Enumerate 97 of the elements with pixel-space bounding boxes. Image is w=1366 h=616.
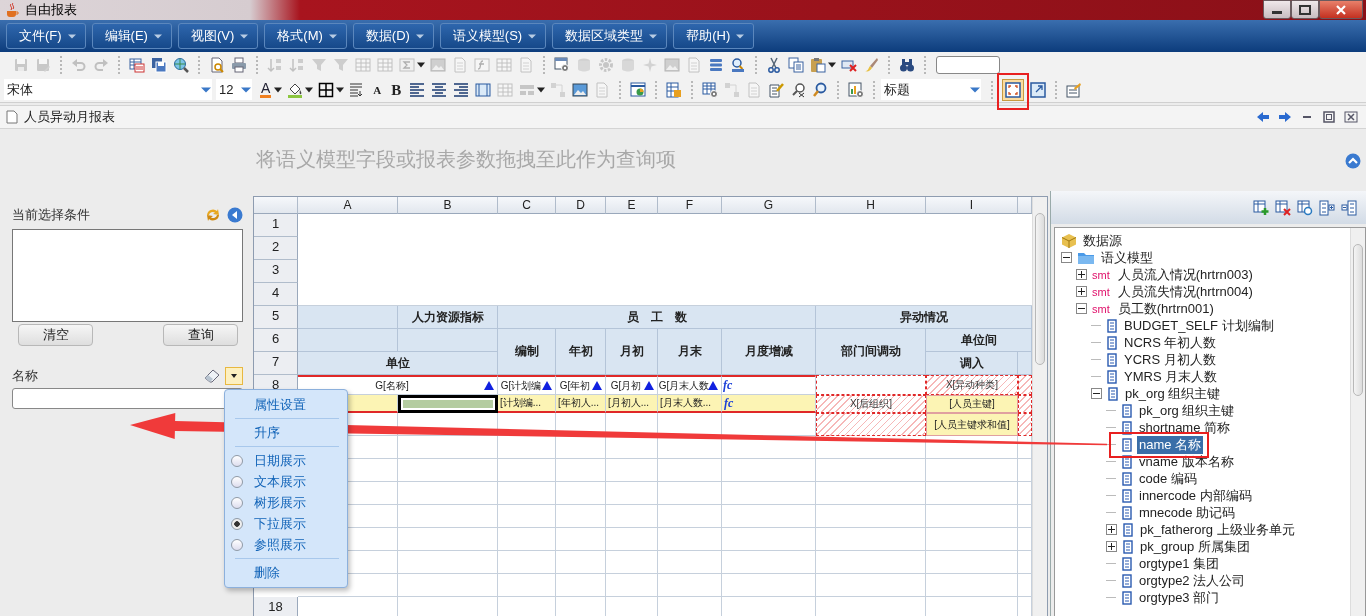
clear-button[interactable]: 清空	[18, 324, 93, 346]
tree-item[interactable]: pk_group 所属集团	[1138, 537, 1252, 556]
tree-item[interactable]: NCRS 年初人数	[1122, 333, 1219, 352]
menu-button[interactable]: 数据(D)	[352, 23, 434, 49]
tree-item[interactable]: pk_org 组织主键	[1123, 384, 1223, 403]
tree-item[interactable]: code 编码	[1137, 469, 1199, 488]
tree-item[interactable]: orgtype2 法人公司	[1137, 571, 1248, 590]
menu-button[interactable]: 编辑(E)	[91, 23, 172, 49]
menu-item[interactable]: 升序	[225, 422, 347, 443]
menu-button[interactable]: 视图(V)	[177, 23, 259, 49]
menu-item[interactable]: 文本展示	[254, 472, 306, 491]
menu-button[interactable]: 数据区域类型	[552, 23, 668, 49]
query-button[interactable]: 查询	[163, 324, 238, 346]
row-header: 5	[254, 306, 298, 329]
table-cell: [人员主键求和值]	[926, 413, 1018, 436]
tree-item[interactable]: name 名称	[1137, 435, 1204, 454]
font-size-select[interactable]: 12	[216, 79, 252, 100]
row-header: 1	[254, 214, 298, 237]
menu-item[interactable]: 删除	[225, 562, 347, 583]
row-header: 6	[254, 329, 298, 352]
header-cell: 员 工 数	[498, 306, 816, 329]
table-cell[interactable]: fc	[722, 395, 816, 413]
table-cell: G[月初	[606, 375, 658, 395]
menu-item[interactable]: 树形展示	[254, 493, 306, 512]
column-header: G	[722, 197, 816, 214]
column-header: A	[298, 197, 398, 214]
header-cell: 月末	[658, 329, 722, 375]
row-header: 4	[254, 283, 298, 306]
menu-button[interactable]: 帮助(H)	[673, 23, 755, 49]
window-title: 自由报表	[25, 1, 77, 19]
model-tag: smt	[1092, 302, 1110, 315]
header-cell: 调入	[926, 352, 1018, 375]
row-header: 3	[254, 260, 298, 283]
bold-button[interactable]: B	[390, 81, 403, 98]
table-cell: G[月末人数	[658, 375, 722, 395]
column-header: C	[498, 197, 556, 214]
tree-item[interactable]: 人员流入情况(hrtrn003)	[1115, 265, 1255, 284]
font-size-button[interactable]: A	[372, 81, 383, 98]
row-header: 7	[254, 352, 298, 375]
menu-button[interactable]: 格式(M)	[264, 23, 347, 49]
column-header: I	[926, 197, 1018, 214]
tree-item[interactable]: YMRS 月末人数	[1122, 367, 1220, 386]
header-cell: 异动情况	[816, 306, 1032, 329]
header-cell: 月度增减	[722, 329, 816, 375]
table-cell: G[计划编	[498, 375, 556, 395]
table-cell: X[异动种类]	[926, 375, 1018, 395]
menu-item[interactable]: 下拉展示	[254, 514, 306, 533]
font-select[interactable]: 宋体	[4, 79, 212, 100]
tree-item[interactable]: BUDGET_SELF 计划编制	[1122, 316, 1276, 335]
table-cell[interactable]: [年初人...	[556, 395, 606, 413]
menu-button[interactable]: 文件(F)	[6, 23, 86, 49]
menu-item[interactable]: 日期展示	[254, 451, 306, 470]
table-cell[interactable]: [计划编...	[498, 395, 556, 413]
column-header: B	[398, 197, 498, 214]
tree-item[interactable]: orgtype3 部门	[1137, 588, 1222, 607]
header-cell: 月初	[606, 329, 658, 375]
header-cell: 部门间调动	[816, 329, 926, 375]
tree-item[interactable]: innercode 内部编码	[1137, 486, 1254, 505]
header-cell: 人力资源指标	[398, 306, 498, 329]
tree-item[interactable]: pk_fatherorg 上级业务单元	[1138, 520, 1297, 539]
font-color-button[interactable]: A	[260, 81, 272, 98]
tree-item[interactable]: 数据源	[1081, 231, 1124, 250]
tab-title[interactable]: 人员异动月报表	[24, 108, 115, 126]
style-select[interactable]: 标题	[881, 79, 982, 100]
tree-item[interactable]: YCRS 月初人数	[1122, 350, 1218, 369]
conditions-label: 当前选择条件	[12, 206, 90, 224]
table-cell: G[年初	[556, 375, 606, 395]
row-header: 18	[254, 597, 298, 616]
table-cell: fc	[722, 375, 816, 395]
row-header: 2	[254, 237, 298, 260]
menu-button[interactable]: 语义模型(S)	[439, 23, 547, 49]
field-label: 名称	[12, 367, 38, 385]
tree-item[interactable]: orgtype1 集团	[1137, 554, 1222, 573]
table-cell[interactable]: [月末人数...	[658, 395, 722, 413]
model-tag: smt	[1092, 268, 1110, 281]
model-tag: smt	[1092, 285, 1110, 298]
tree-item[interactable]: shortname 简称	[1137, 418, 1233, 437]
table-cell: G[名称]	[298, 375, 498, 395]
column-header: F	[658, 197, 722, 214]
header-cell: 编制	[498, 329, 556, 375]
column-header: E	[606, 197, 658, 214]
header-cell: 年初	[556, 329, 606, 375]
tree-item[interactable]: pk_org 组织主键	[1137, 401, 1237, 420]
menu-item[interactable]: 属性设置	[225, 394, 347, 415]
table-cell[interactable]: [月初人...	[606, 395, 658, 413]
menu-item[interactable]: 参照展示	[254, 535, 306, 554]
tree-item[interactable]: 语义模型	[1099, 248, 1155, 267]
table-cell: X[后组织]	[816, 395, 926, 413]
header-cell: 单位	[298, 352, 498, 375]
header-cell: 单位间	[926, 329, 1032, 352]
column-header: D	[556, 197, 606, 214]
tree-item[interactable]: 人员流失情况(hrtrn004)	[1115, 282, 1255, 301]
drop-zone-hint: 将语义模型字段或报表参数拖拽至此作为查询项	[256, 147, 676, 172]
table-cell: [人员主键]	[926, 395, 1018, 413]
tree-item[interactable]: mnecode 助记码	[1137, 503, 1238, 522]
column-header: H	[816, 197, 926, 214]
tree-item[interactable]: 员工数(hrtrn001)	[1115, 299, 1216, 318]
